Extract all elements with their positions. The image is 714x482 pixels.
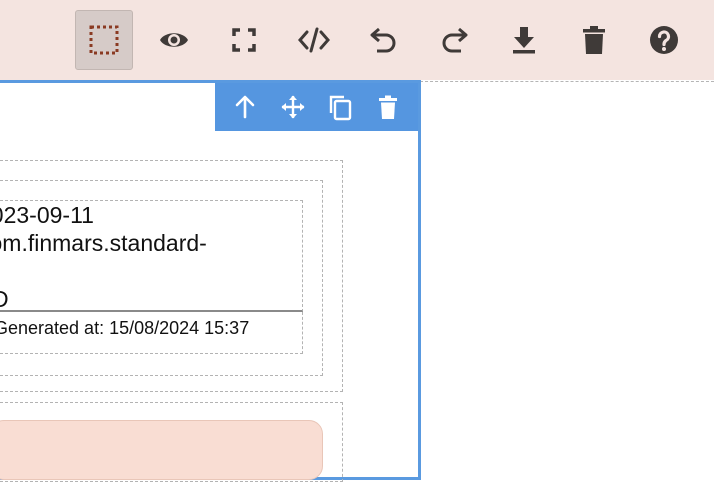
move-icon xyxy=(281,95,305,119)
drag-move-button[interactable] xyxy=(277,91,309,123)
report-source-cont: rd xyxy=(0,257,298,285)
fullscreen-icon xyxy=(232,28,256,52)
trash-icon xyxy=(379,95,398,119)
canvas-area-border xyxy=(420,81,714,82)
eye-icon xyxy=(160,33,188,47)
code-view-button[interactable] xyxy=(285,10,343,70)
copy-icon xyxy=(330,95,352,121)
remove-block-button[interactable] xyxy=(372,91,404,123)
undo-icon xyxy=(370,27,396,53)
editor-toolbar xyxy=(0,0,714,80)
block-toolbar xyxy=(215,83,418,131)
delete-button[interactable] xyxy=(565,10,623,70)
code-icon xyxy=(298,27,330,53)
duplicate-button[interactable] xyxy=(324,91,356,123)
help-icon xyxy=(650,26,678,54)
report-info-text: 2023-09-11 com.finmars.standard- rd TD xyxy=(0,201,298,313)
report-source: com.finmars.standard- xyxy=(0,230,207,256)
help-button[interactable] xyxy=(635,10,693,70)
fullscreen-button[interactable] xyxy=(215,10,273,70)
redo-icon xyxy=(442,27,468,53)
trash-icon xyxy=(583,26,605,54)
redo-button[interactable] xyxy=(425,10,483,70)
undo-button[interactable] xyxy=(355,10,413,70)
select-area-button[interactable] xyxy=(75,10,133,70)
preview-button[interactable] xyxy=(145,10,203,70)
move-up-button[interactable] xyxy=(229,91,261,123)
report-currency: TD xyxy=(0,286,9,312)
highlight-card[interactable] xyxy=(0,420,323,480)
generated-at-text: Generated at: 15/08/2024 15:37 xyxy=(0,318,250,338)
download-button[interactable] xyxy=(495,10,553,70)
arrow-up-icon xyxy=(235,95,255,119)
download-icon xyxy=(513,27,535,54)
report-date: 2023-09-11 xyxy=(0,202,94,228)
select-area-icon xyxy=(89,25,119,55)
